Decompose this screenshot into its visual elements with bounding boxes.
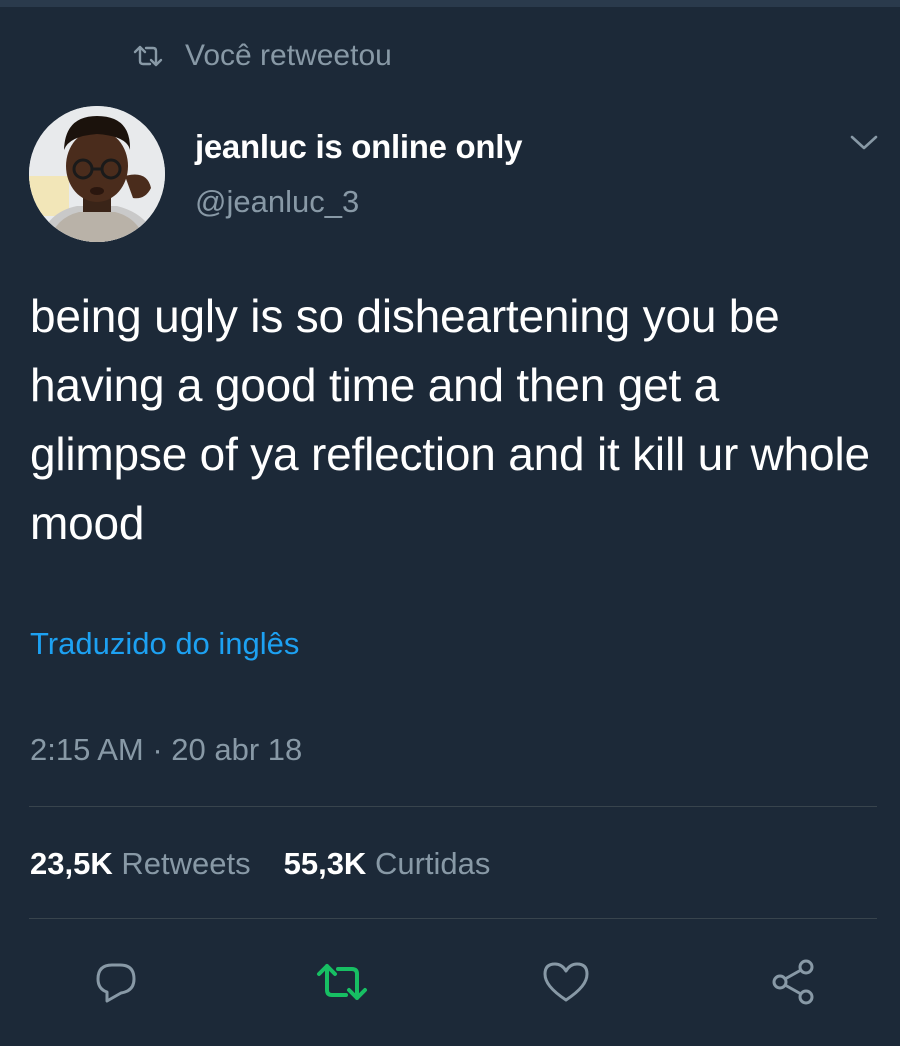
like-icon bbox=[543, 962, 589, 1002]
reply-icon bbox=[96, 963, 136, 1003]
avatar-photo bbox=[29, 106, 165, 242]
retweet-context: Você retweetou bbox=[133, 38, 392, 74]
reply-button[interactable] bbox=[86, 950, 146, 1014]
tweet-timestamp[interactable]: 2:15 AM · 20 abr 18 bbox=[30, 732, 302, 768]
likes-label: Curtidas bbox=[374, 846, 491, 881]
divider bbox=[29, 918, 877, 919]
retweet-context-label: Você retweetou bbox=[185, 39, 392, 72]
share-button[interactable] bbox=[764, 950, 824, 1014]
retweets-count: 23,5K bbox=[30, 846, 113, 881]
retweet-icon bbox=[133, 45, 163, 67]
action-bar bbox=[0, 950, 900, 1014]
retweet-icon bbox=[317, 964, 367, 1000]
top-edge-bar bbox=[0, 0, 900, 7]
tweet-text: being ugly is so disheartening you be ha… bbox=[30, 290, 870, 549]
retweet-button[interactable] bbox=[312, 950, 372, 1014]
divider bbox=[29, 806, 877, 807]
author-handle[interactable]: @jeanluc_3 bbox=[195, 184, 359, 220]
translated-link[interactable]: Traduzido do inglês bbox=[30, 626, 299, 662]
retweets-stat[interactable]: 23,5K Retweets bbox=[30, 846, 251, 882]
tweet-detail-screen: Você retweetou jeanluc is online only @j… bbox=[0, 0, 900, 1046]
share-icon bbox=[772, 959, 814, 1005]
like-button[interactable] bbox=[536, 950, 596, 1014]
author-name[interactable]: jeanluc is online only bbox=[195, 128, 522, 166]
likes-stat[interactable]: 55,3K Curtidas bbox=[284, 846, 491, 882]
chevron-down-icon[interactable] bbox=[846, 130, 882, 156]
retweets-label: Retweets bbox=[121, 846, 251, 881]
likes-count: 55,3K bbox=[283, 846, 367, 881]
avatar[interactable] bbox=[29, 106, 165, 242]
tweet-stats: 23,5K Retweets 55,3K Curtidas bbox=[30, 846, 523, 882]
